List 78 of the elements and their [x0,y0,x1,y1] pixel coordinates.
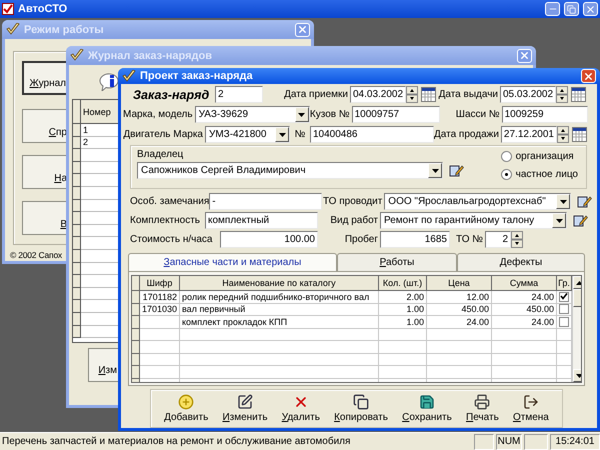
date-field[interactable]: 27.12.2001 [500,126,557,143]
toolbar-button[interactable]: Отмена [510,393,551,424]
column-header: Сумма [492,276,557,291]
tab[interactable]: Дефекты [457,253,585,271]
text-field[interactable]: 100.00 [220,231,318,248]
dropdown-field[interactable]: Сапожников Сергей Владимирович [137,162,443,179]
window-title: Режим работы [24,24,105,36]
table-cell: 12.00 [427,291,492,304]
toolbar-button[interactable]: Копировать [332,393,390,424]
field-label: № [294,129,306,140]
text-field[interactable]: 10009757 [352,106,440,123]
field-label: Вид работ [329,215,379,226]
table-cell: 450.00 [492,304,557,316]
tab[interactable]: Работы [337,253,457,271]
clock: 15:24:01 [550,434,600,450]
toolbar-button[interactable]: Удалить [280,393,322,424]
radio-label: организация [516,151,574,162]
text-field[interactable]: 2 [215,86,263,103]
table-cell: 2 [81,136,119,150]
toolbar-button[interactable]: Печать [464,393,501,424]
table-cell: ролик передний подшибнико-вторичного вал [180,291,379,304]
field-label: Марка, модель [123,109,194,120]
text-field[interactable]: 2 [485,231,511,248]
text-field[interactable]: 10400486 [310,126,434,143]
dropdown-field[interactable]: УАЗ-39629 [194,106,310,123]
copyright-text: © 2002 Сапох [10,250,62,260]
dropdown-field[interactable]: Ремонт по гарантийному талону [380,212,567,229]
table-cell: 24.00 [427,316,492,328]
column-header: Номер [81,100,119,124]
field-label: Особ. замечания [130,196,210,207]
status-text: Перечень запчастей и материалов на ремонт и обслуживание автомобиля [1,436,352,447]
column-header: Наименование по каталогу [180,276,379,291]
table-cell: 1.00 [379,316,427,328]
date-field[interactable]: 05.03.2002 [500,86,556,103]
form-heading: Заказ-наряд [133,88,210,102]
app-title: АвтоСТО [18,3,68,15]
table-cell: 1 [81,124,119,137]
column-header: Гр. [557,276,572,291]
window-title: Проект заказ-наряда [140,70,254,82]
radio-label: частное лицо [516,169,578,180]
table-cell: 24.00 [492,291,557,304]
table-cell: 1701182 [140,291,180,304]
field-label: Пробег [344,234,379,245]
table-cell: 2.00 [379,291,427,304]
tab[interactable]: Запасные части и материалы [128,253,337,271]
field-label: ТО проводит [322,196,384,207]
toolbar-button[interactable]: Изменить [220,393,270,424]
dropdown-field[interactable]: ООО "Ярославльагродортехснаб" [384,193,572,210]
column-header: Кол. (шт.) [379,276,427,291]
text-field[interactable]: комплектный [205,212,318,229]
column-header: Шифр [140,276,180,291]
table-cell: 1701030 [140,304,180,316]
status-indicator: NUM [496,434,522,450]
table-cell: 1.00 [379,304,427,316]
text-field[interactable]: 1685 [380,231,450,248]
field-label: Дата выдачи [438,89,499,100]
field-label: Дата приемки [283,89,349,100]
field-label: Комплектность [130,215,202,226]
field-label: ТО № [455,234,484,245]
window-title: Журнал заказ-нарядов [88,50,213,62]
field-label: Шасси № [454,109,501,120]
field-label: Дата продажи [434,129,500,140]
table-cell: 24.00 [492,316,557,328]
dropdown-field[interactable]: УМЗ-421800 [205,126,290,143]
text-field[interactable]: - [209,193,322,210]
field-label: Кузов № [310,109,351,120]
edit-button[interactable]: Изм [88,348,119,382]
column-header: Цена [427,276,492,291]
table-cell: вал первичный [180,304,379,316]
field-label: Двигатель Марка [123,129,204,140]
field-label: Владелец [137,149,184,160]
toolbar-button[interactable]: Добавить [162,393,210,424]
table-cell: комплект прокладок КПП [180,316,379,328]
table-cell: 450.00 [427,304,492,316]
field-label: Стоимость н/часа [130,234,214,245]
date-field[interactable]: 04.03.2002 [350,86,406,103]
toolbar-button[interactable]: Сохранить [400,393,454,424]
text-field[interactable]: 1009259 [502,106,588,123]
